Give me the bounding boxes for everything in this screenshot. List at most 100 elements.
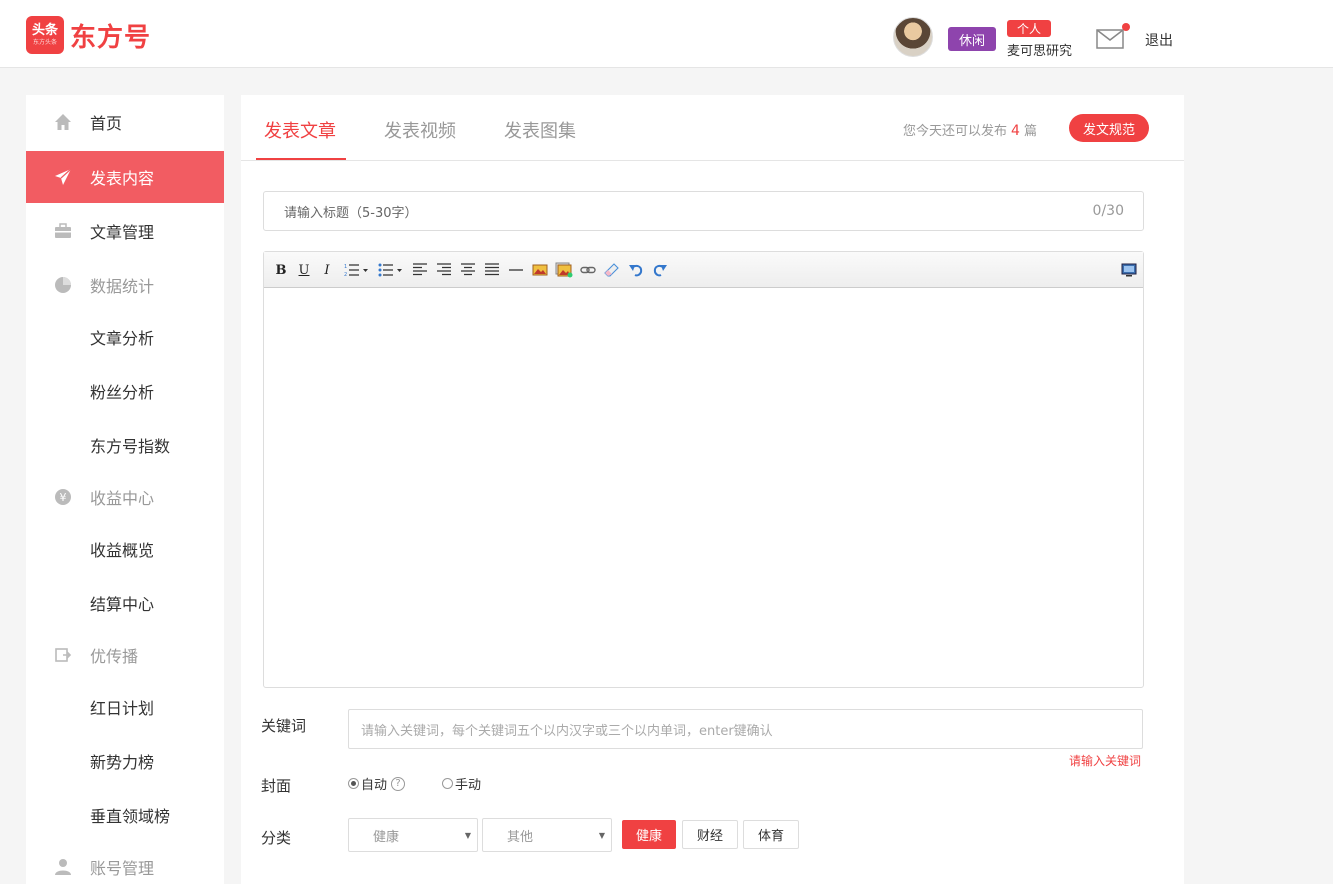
main-panel: 发表文章 发表视频 发表图集 您今天还可以发布 4 篇 发文规范 请输入标题（5-3… bbox=[241, 95, 1184, 884]
quota-suffix: 篇 bbox=[1023, 124, 1037, 139]
keywords-input[interactable]: 请输入关键词，每个关键词五个以内汉字或三个以内单词，enter键确认 bbox=[348, 709, 1143, 749]
sidebar-group-account[interactable]: 账号管理 bbox=[26, 841, 224, 884]
select-value: 健康 bbox=[373, 829, 400, 845]
sidebar-item-label: 首页 bbox=[90, 114, 123, 133]
sidebar-item-label: 收益概览 bbox=[90, 541, 155, 560]
sidebar-item-label: 东方号指数 bbox=[90, 437, 171, 456]
tab-publish-video[interactable]: 发表视频 bbox=[384, 117, 456, 143]
sidebar-item-label: 文章分析 bbox=[90, 329, 155, 348]
title-placeholder: 请输入标题（5-30字） bbox=[284, 205, 418, 221]
category-button-sports[interactable]: 体育 bbox=[743, 820, 799, 849]
sidebar-item-label: 新势力榜 bbox=[90, 753, 155, 772]
cover-label: 封面 bbox=[261, 777, 292, 795]
sidebar-item-index[interactable]: 东方号指数 bbox=[26, 419, 224, 471]
keywords-error: 请输入关键词 bbox=[1069, 754, 1142, 768]
sidebar-item-label: 结算中心 bbox=[90, 595, 155, 614]
sidebar-item-home[interactable]: 首页 bbox=[26, 96, 224, 148]
logo-badge: 头条 东方头条 bbox=[26, 16, 64, 54]
sidebar-item-label: 发表内容 bbox=[90, 169, 155, 188]
sidebar-group-promotion[interactable]: 优传播 bbox=[26, 629, 224, 681]
italic-icon[interactable]: I bbox=[318, 261, 336, 279]
insert-gallery-icon[interactable] bbox=[555, 261, 573, 279]
title-input[interactable]: 请输入标题（5-30字） 0/30 bbox=[263, 191, 1144, 231]
cover-radio-auto[interactable]: 自动 ? bbox=[348, 774, 406, 793]
unordered-list-icon[interactable] bbox=[378, 261, 404, 279]
share-icon bbox=[53, 645, 73, 665]
sidebar-item-red-sun-plan[interactable]: 红日计划 bbox=[26, 681, 224, 733]
cover-option-label: 手动 bbox=[455, 778, 482, 793]
home-icon bbox=[53, 112, 73, 132]
sidebar-item-article-analysis[interactable]: 文章分析 bbox=[26, 311, 224, 363]
svg-text:1: 1 bbox=[344, 264, 347, 270]
category-select-secondary[interactable]: 其他 ▼ bbox=[482, 818, 612, 852]
sidebar-group-income[interactable]: ¥ 收益中心 bbox=[26, 471, 224, 523]
sidebar-item-label: 粉丝分析 bbox=[90, 383, 155, 402]
align-left-icon[interactable] bbox=[411, 261, 429, 279]
help-icon[interactable]: ? bbox=[391, 776, 406, 791]
sidebar-item-article-manage[interactable]: 文章管理 bbox=[26, 205, 224, 257]
sidebar-item-vertical-rank[interactable]: 垂直领域榜 bbox=[26, 789, 224, 841]
rich-text-editor[interactable]: B U I 12 bbox=[263, 251, 1144, 688]
sidebar-item-publish[interactable]: 发表内容 bbox=[26, 151, 224, 203]
chevron-down-icon: ▼ bbox=[598, 831, 605, 840]
category-select-primary[interactable]: 健康 ▼ bbox=[348, 818, 478, 852]
sidebar-item-new-force-rank[interactable]: 新势力榜 bbox=[26, 735, 224, 787]
sidebar-group-statistics[interactable]: 数据统计 bbox=[26, 259, 224, 311]
top-header: 头条 东方头条 东方号 休闲 个人 麦可思研究 退出 bbox=[0, 0, 1333, 68]
sidebar-item-label: 垂直领域榜 bbox=[90, 807, 171, 826]
align-center-icon[interactable] bbox=[459, 261, 477, 279]
user-icon bbox=[53, 857, 73, 877]
tab-publish-article[interactable]: 发表文章 bbox=[264, 117, 336, 143]
publish-quota: 您今天还可以发布 4 篇 bbox=[903, 120, 1037, 139]
svg-text:2: 2 bbox=[344, 272, 347, 277]
editor-content-area[interactable] bbox=[264, 288, 1143, 687]
redo-icon[interactable] bbox=[651, 261, 669, 279]
align-right-icon[interactable] bbox=[435, 261, 453, 279]
radio-unselected-icon bbox=[442, 778, 453, 789]
undo-icon[interactable] bbox=[627, 261, 645, 279]
logo-badge-text: 头条 bbox=[31, 23, 58, 38]
avatar[interactable] bbox=[893, 17, 933, 57]
mail-icon[interactable] bbox=[1096, 29, 1124, 49]
insert-image-icon[interactable] bbox=[531, 261, 549, 279]
horizontal-rule-icon[interactable] bbox=[507, 261, 525, 279]
logout-link[interactable]: 退出 bbox=[1145, 30, 1173, 50]
username[interactable]: 麦可思研究 bbox=[1007, 40, 1072, 59]
radio-selected-icon bbox=[348, 778, 359, 789]
sidebar-item-income-overview[interactable]: 收益概览 bbox=[26, 523, 224, 575]
sidebar-item-settlement[interactable]: 结算中心 bbox=[26, 577, 224, 629]
yen-icon: ¥ bbox=[53, 487, 73, 507]
sidebar-item-fans-analysis[interactable]: 粉丝分析 bbox=[26, 365, 224, 417]
link-icon[interactable] bbox=[579, 261, 597, 279]
sidebar-item-label: 数据统计 bbox=[90, 277, 155, 296]
logo-text: 东方号 bbox=[70, 22, 152, 53]
align-justify-icon[interactable] bbox=[483, 261, 501, 279]
tab-publish-gallery[interactable]: 发表图集 bbox=[504, 117, 576, 143]
bold-icon[interactable]: B bbox=[272, 261, 290, 279]
category-button-health[interactable]: 健康 bbox=[622, 820, 676, 849]
briefcase-icon bbox=[53, 221, 73, 241]
quota-prefix: 您今天还可以发布 bbox=[903, 124, 1008, 139]
eraser-icon[interactable] bbox=[603, 261, 621, 279]
underline-icon[interactable]: U bbox=[295, 261, 313, 279]
active-tab-indicator bbox=[256, 158, 346, 160]
sidebar-item-label: 账号管理 bbox=[90, 859, 155, 878]
logo-badge-subtext: 东方头条 bbox=[32, 39, 57, 46]
ordered-list-icon[interactable]: 12 bbox=[344, 261, 370, 279]
cover-radio-manual[interactable]: 手动 bbox=[442, 774, 481, 793]
category-button-finance[interactable]: 财经 bbox=[682, 820, 738, 849]
fullscreen-icon[interactable] bbox=[1120, 261, 1138, 279]
sidebar-item-label: 收益中心 bbox=[90, 489, 155, 508]
quota-count: 4 bbox=[1011, 123, 1020, 139]
publishing-rules-button[interactable]: 发文规范 bbox=[1069, 114, 1149, 142]
status-badge: 休闲 bbox=[948, 27, 996, 51]
logo[interactable]: 头条 东方头条 东方号 bbox=[26, 16, 151, 54]
svg-text:¥: ¥ bbox=[60, 491, 67, 504]
category-label: 分类 bbox=[261, 829, 292, 847]
keywords-label: 关键词 bbox=[261, 717, 307, 735]
notification-dot bbox=[1122, 23, 1130, 31]
pie-chart-icon bbox=[53, 275, 73, 295]
sidebar: 首页 发表内容 文章管理 数据统计 文章分析 粉丝分析 东方号指数 ¥ 收益中心… bbox=[26, 95, 224, 884]
sidebar-item-label: 优传播 bbox=[90, 647, 139, 666]
sidebar-item-label: 红日计划 bbox=[90, 699, 155, 718]
